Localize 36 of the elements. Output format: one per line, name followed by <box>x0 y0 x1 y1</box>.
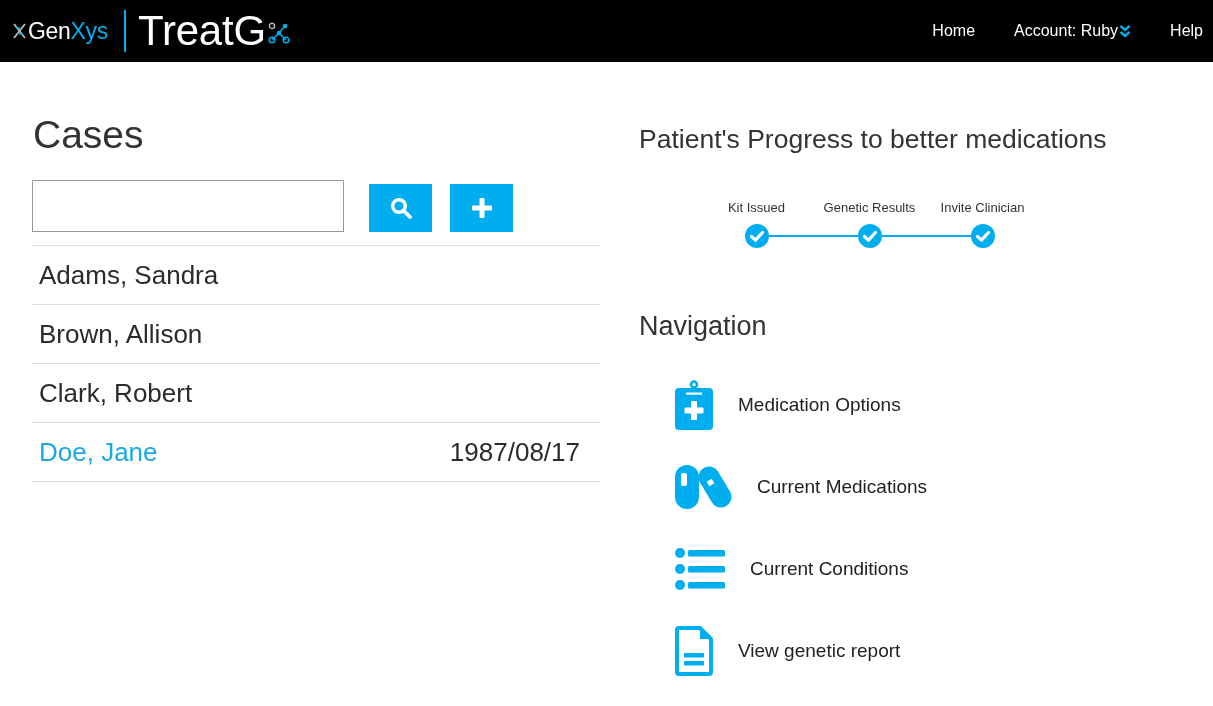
section-title: Navigation <box>639 310 768 343</box>
pills-icon <box>675 465 732 509</box>
network-nodes-icon <box>268 21 290 45</box>
step-label: Genetic Results <box>822 200 917 216</box>
search-field[interactable] <box>32 180 344 232</box>
step-label: Kit Issued <box>726 200 787 216</box>
patient-name: Doe, Jane <box>39 436 158 468</box>
case-row[interactable]: Adams, Sandra <box>32 246 600 305</box>
search-icon <box>389 197 412 219</box>
search-button[interactable] <box>369 184 432 232</box>
case-row[interactable]: Clark, Robert <box>32 364 600 423</box>
brand-wordmark: GenXys <box>28 17 109 45</box>
patient-name: Clark, Robert <box>39 377 193 409</box>
birth-date: 1987/08/17 <box>449 436 580 468</box>
case-row[interactable]: Brown, Allison <box>32 305 600 364</box>
double-caret-icon <box>1119 24 1132 38</box>
add-button[interactable] <box>450 184 513 232</box>
page-title: Cases <box>33 112 145 158</box>
navigation-link[interactable]: View genetic report <box>675 610 901 692</box>
clipboard-plus-icon <box>675 380 713 430</box>
navigation-link[interactable]: Medication Options <box>675 364 901 446</box>
nav-link[interactable]: Help <box>1170 21 1203 41</box>
plus-icon <box>471 198 492 218</box>
patient-name: Brown, Allison <box>39 318 203 350</box>
case-row[interactable]: Doe, Jane 1987/08/17 <box>32 423 600 482</box>
document-icon <box>675 626 713 676</box>
account-menu[interactable]: Account: Ruby <box>1014 21 1132 41</box>
product-wordmark: TreatG <box>138 8 266 54</box>
patient-name: Adams, Sandra <box>39 259 219 291</box>
crossed-lines-icon <box>12 22 27 40</box>
navigation-link[interactable]: Current Conditions <box>675 528 909 610</box>
list-icon <box>675 548 725 590</box>
section-title: Patient's Progress to better medications <box>639 123 1108 156</box>
navigation-link[interactable]: Current Medications <box>675 446 928 528</box>
nav-link[interactable]: Home <box>932 21 976 41</box>
step-label: Invite Clinician <box>939 200 1026 216</box>
